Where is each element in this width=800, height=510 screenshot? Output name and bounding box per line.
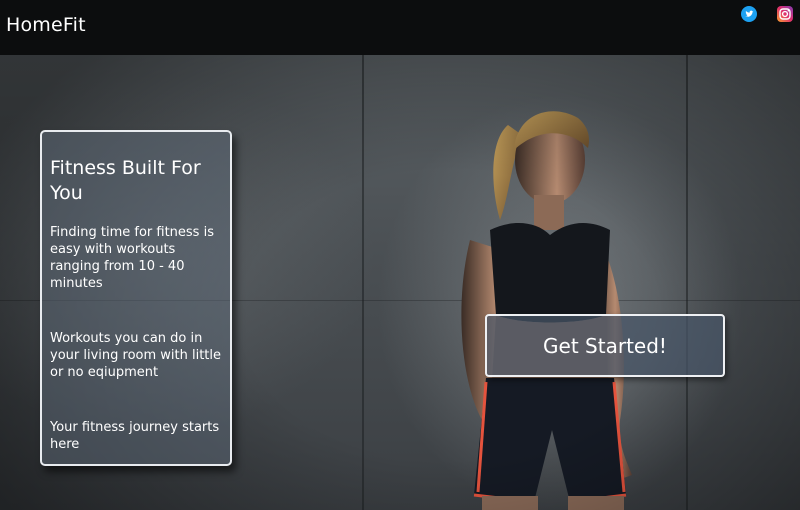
twitter-icon[interactable] bbox=[741, 6, 757, 22]
get-started-button[interactable]: Get Started! bbox=[485, 314, 725, 377]
brand-logo[interactable]: HomeFit bbox=[6, 14, 86, 36]
wall-seam bbox=[686, 55, 688, 510]
wall-seam bbox=[362, 55, 364, 510]
card-title: Fitness Built For You bbox=[50, 157, 201, 204]
card-paragraph-journey: Your fitness journey starts here bbox=[50, 420, 220, 452]
info-card: Fitness Built For You Finding time for f… bbox=[40, 130, 232, 466]
instagram-icon[interactable] bbox=[777, 6, 793, 22]
navbar: HomeFit bbox=[0, 0, 800, 55]
page: HomeFit Fitness Built For You Finding ti… bbox=[0, 0, 800, 510]
card-paragraph-equipment: Workouts you can do in your living room … bbox=[50, 331, 222, 380]
card-paragraph-duration: Finding time for fitness is easy with wo… bbox=[50, 225, 214, 291]
athlete-photo bbox=[461, 111, 632, 510]
